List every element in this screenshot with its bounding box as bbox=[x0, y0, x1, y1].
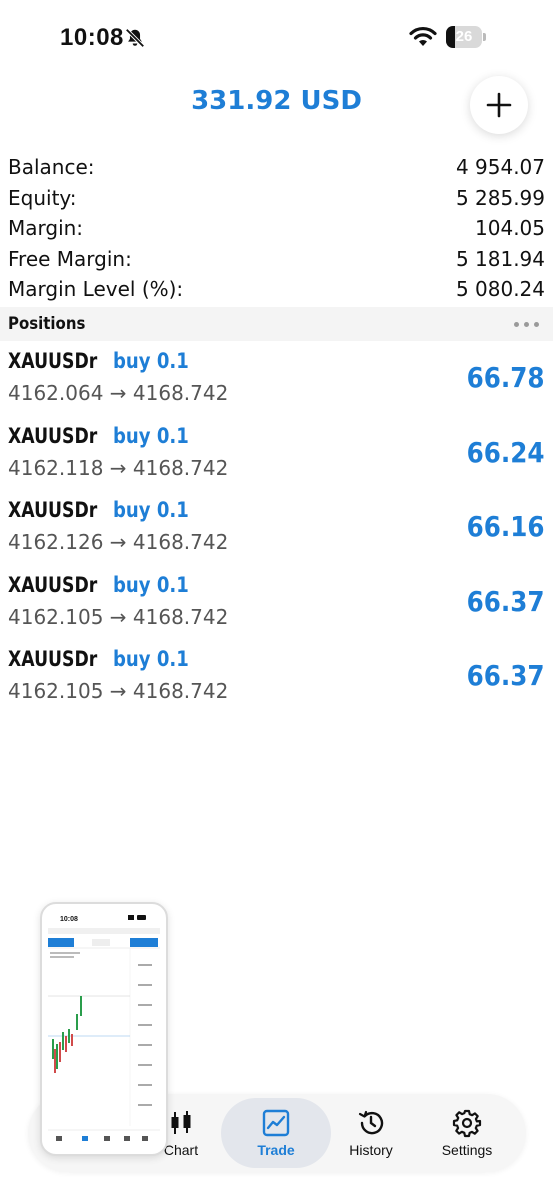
position-item[interactable]: XAUUSDr buy 0.1 4162.126 → 4168.742 66.1… bbox=[0, 494, 553, 569]
summary-row-margin-level: Margin Level (%): 5 080.24 bbox=[0, 274, 553, 305]
position-item[interactable]: XAUUSDr buy 0.1 4162.105 → 4168.742 66.3… bbox=[0, 569, 553, 644]
summary-value: 5 181.94 bbox=[455, 246, 545, 271]
position-symbol: XAUUSDr bbox=[8, 647, 98, 671]
wifi-icon bbox=[409, 26, 437, 46]
summary-row-free-margin: Free Margin: 5 181.94 bbox=[0, 244, 553, 275]
plus-icon bbox=[486, 92, 512, 118]
position-title: XAUUSDr buy 0.1 bbox=[8, 349, 201, 374]
summary-label: Margin Level (%): bbox=[8, 277, 184, 302]
nav-label: History bbox=[349, 1142, 393, 1158]
position-title: XAUUSDr buy 0.1 bbox=[8, 647, 201, 672]
position-item[interactable]: XAUUSDr buy 0.1 4162.118 → 4168.742 66.2… bbox=[0, 420, 553, 495]
position-title: XAUUSDr buy 0.1 bbox=[8, 498, 201, 523]
position-type: buy 0.1 bbox=[112, 647, 189, 671]
battery-tip bbox=[483, 33, 486, 41]
summary-value: 5 080.24 bbox=[455, 277, 545, 302]
position-item[interactable]: XAUUSDr buy 0.1 4162.105 → 4168.742 66.3… bbox=[0, 643, 553, 718]
status-time: 10:08 bbox=[60, 24, 124, 51]
summary-label: Free Margin: bbox=[8, 246, 132, 271]
nav-item-trade[interactable]: Trade bbox=[221, 1098, 331, 1168]
screenshot-thumbnail[interactable]: 10:08 bbox=[40, 902, 168, 1156]
position-profit: 66.78 bbox=[467, 361, 545, 394]
position-symbol: XAUUSDr bbox=[8, 572, 98, 597]
status-bar: 10:08 26 bbox=[0, 0, 553, 70]
nav-label: Settings bbox=[441, 1142, 493, 1158]
battery-icon: 26 bbox=[446, 26, 482, 48]
position-prices: 4162.105 → 4168.742 bbox=[8, 604, 229, 629]
gear-icon bbox=[452, 1109, 482, 1138]
position-title: XAUUSDr buy 0.1 bbox=[8, 424, 201, 449]
nav-item-settings[interactable]: Settings bbox=[412, 1098, 522, 1168]
position-profit: 66.24 bbox=[467, 435, 545, 469]
positions-title: Positions bbox=[8, 314, 86, 334]
position-symbol: XAUUSDr bbox=[8, 423, 98, 448]
nav-item-history[interactable]: History bbox=[316, 1098, 426, 1168]
account-summary: Balance: 4 954.07 Equity: 5 285.99 Margi… bbox=[0, 152, 553, 305]
position-prices: 4162.105 → 4168.742 bbox=[8, 679, 229, 703]
position-prices: 4162.126 → 4168.742 bbox=[8, 530, 229, 554]
position-type: buy 0.1 bbox=[112, 349, 189, 373]
add-order-button[interactable] bbox=[470, 76, 528, 134]
summary-value: 104.05 bbox=[475, 216, 545, 241]
summary-label: Equity: bbox=[8, 185, 77, 210]
positions-list: XAUUSDr buy 0.1 4162.064 → 4168.742 66.7… bbox=[0, 345, 553, 718]
candlestick-icon bbox=[171, 1111, 191, 1134]
position-profit: 66.16 bbox=[467, 510, 545, 543]
position-symbol: XAUUSDr bbox=[8, 349, 98, 373]
position-title: XAUUSDr buy 0.1 bbox=[8, 573, 201, 598]
summary-label: Balance: bbox=[8, 155, 95, 180]
position-type: buy 0.1 bbox=[112, 498, 189, 522]
position-symbol: XAUUSDr bbox=[8, 498, 98, 522]
pip-time: 10:08 bbox=[60, 916, 78, 923]
nav-label: Trade bbox=[257, 1142, 295, 1158]
summary-row-margin: Margin: 104.05 bbox=[0, 213, 553, 244]
summary-value: 5 285.99 bbox=[455, 185, 545, 210]
positions-section-header: Positions bbox=[0, 307, 553, 341]
position-prices: 4162.064 → 4168.742 bbox=[8, 381, 229, 405]
history-icon bbox=[358, 1110, 384, 1135]
trend-chart-icon bbox=[262, 1109, 290, 1137]
summary-row-balance: Balance: 4 954.07 bbox=[0, 152, 553, 183]
nav-label: Chart bbox=[163, 1142, 199, 1158]
position-item[interactable]: XAUUSDr buy 0.1 4162.064 → 4168.742 66.7… bbox=[0, 345, 553, 420]
more-horizontal-icon[interactable] bbox=[514, 321, 545, 327]
position-type: buy 0.1 bbox=[112, 423, 189, 448]
position-profit: 66.37 bbox=[467, 584, 545, 618]
summary-label: Margin: bbox=[8, 216, 84, 241]
position-prices: 4162.118 → 4168.742 bbox=[8, 455, 229, 480]
summary-row-equity: Equity: 5 285.99 bbox=[0, 183, 553, 214]
bell-slash-icon bbox=[125, 28, 145, 48]
summary-value: 4 954.07 bbox=[455, 155, 545, 180]
position-type: buy 0.1 bbox=[112, 572, 189, 597]
battery-level: 26 bbox=[455, 28, 473, 45]
position-profit: 66.37 bbox=[467, 659, 545, 692]
chart-screenshot-thumbnail: 10:08 bbox=[48, 915, 160, 1141]
